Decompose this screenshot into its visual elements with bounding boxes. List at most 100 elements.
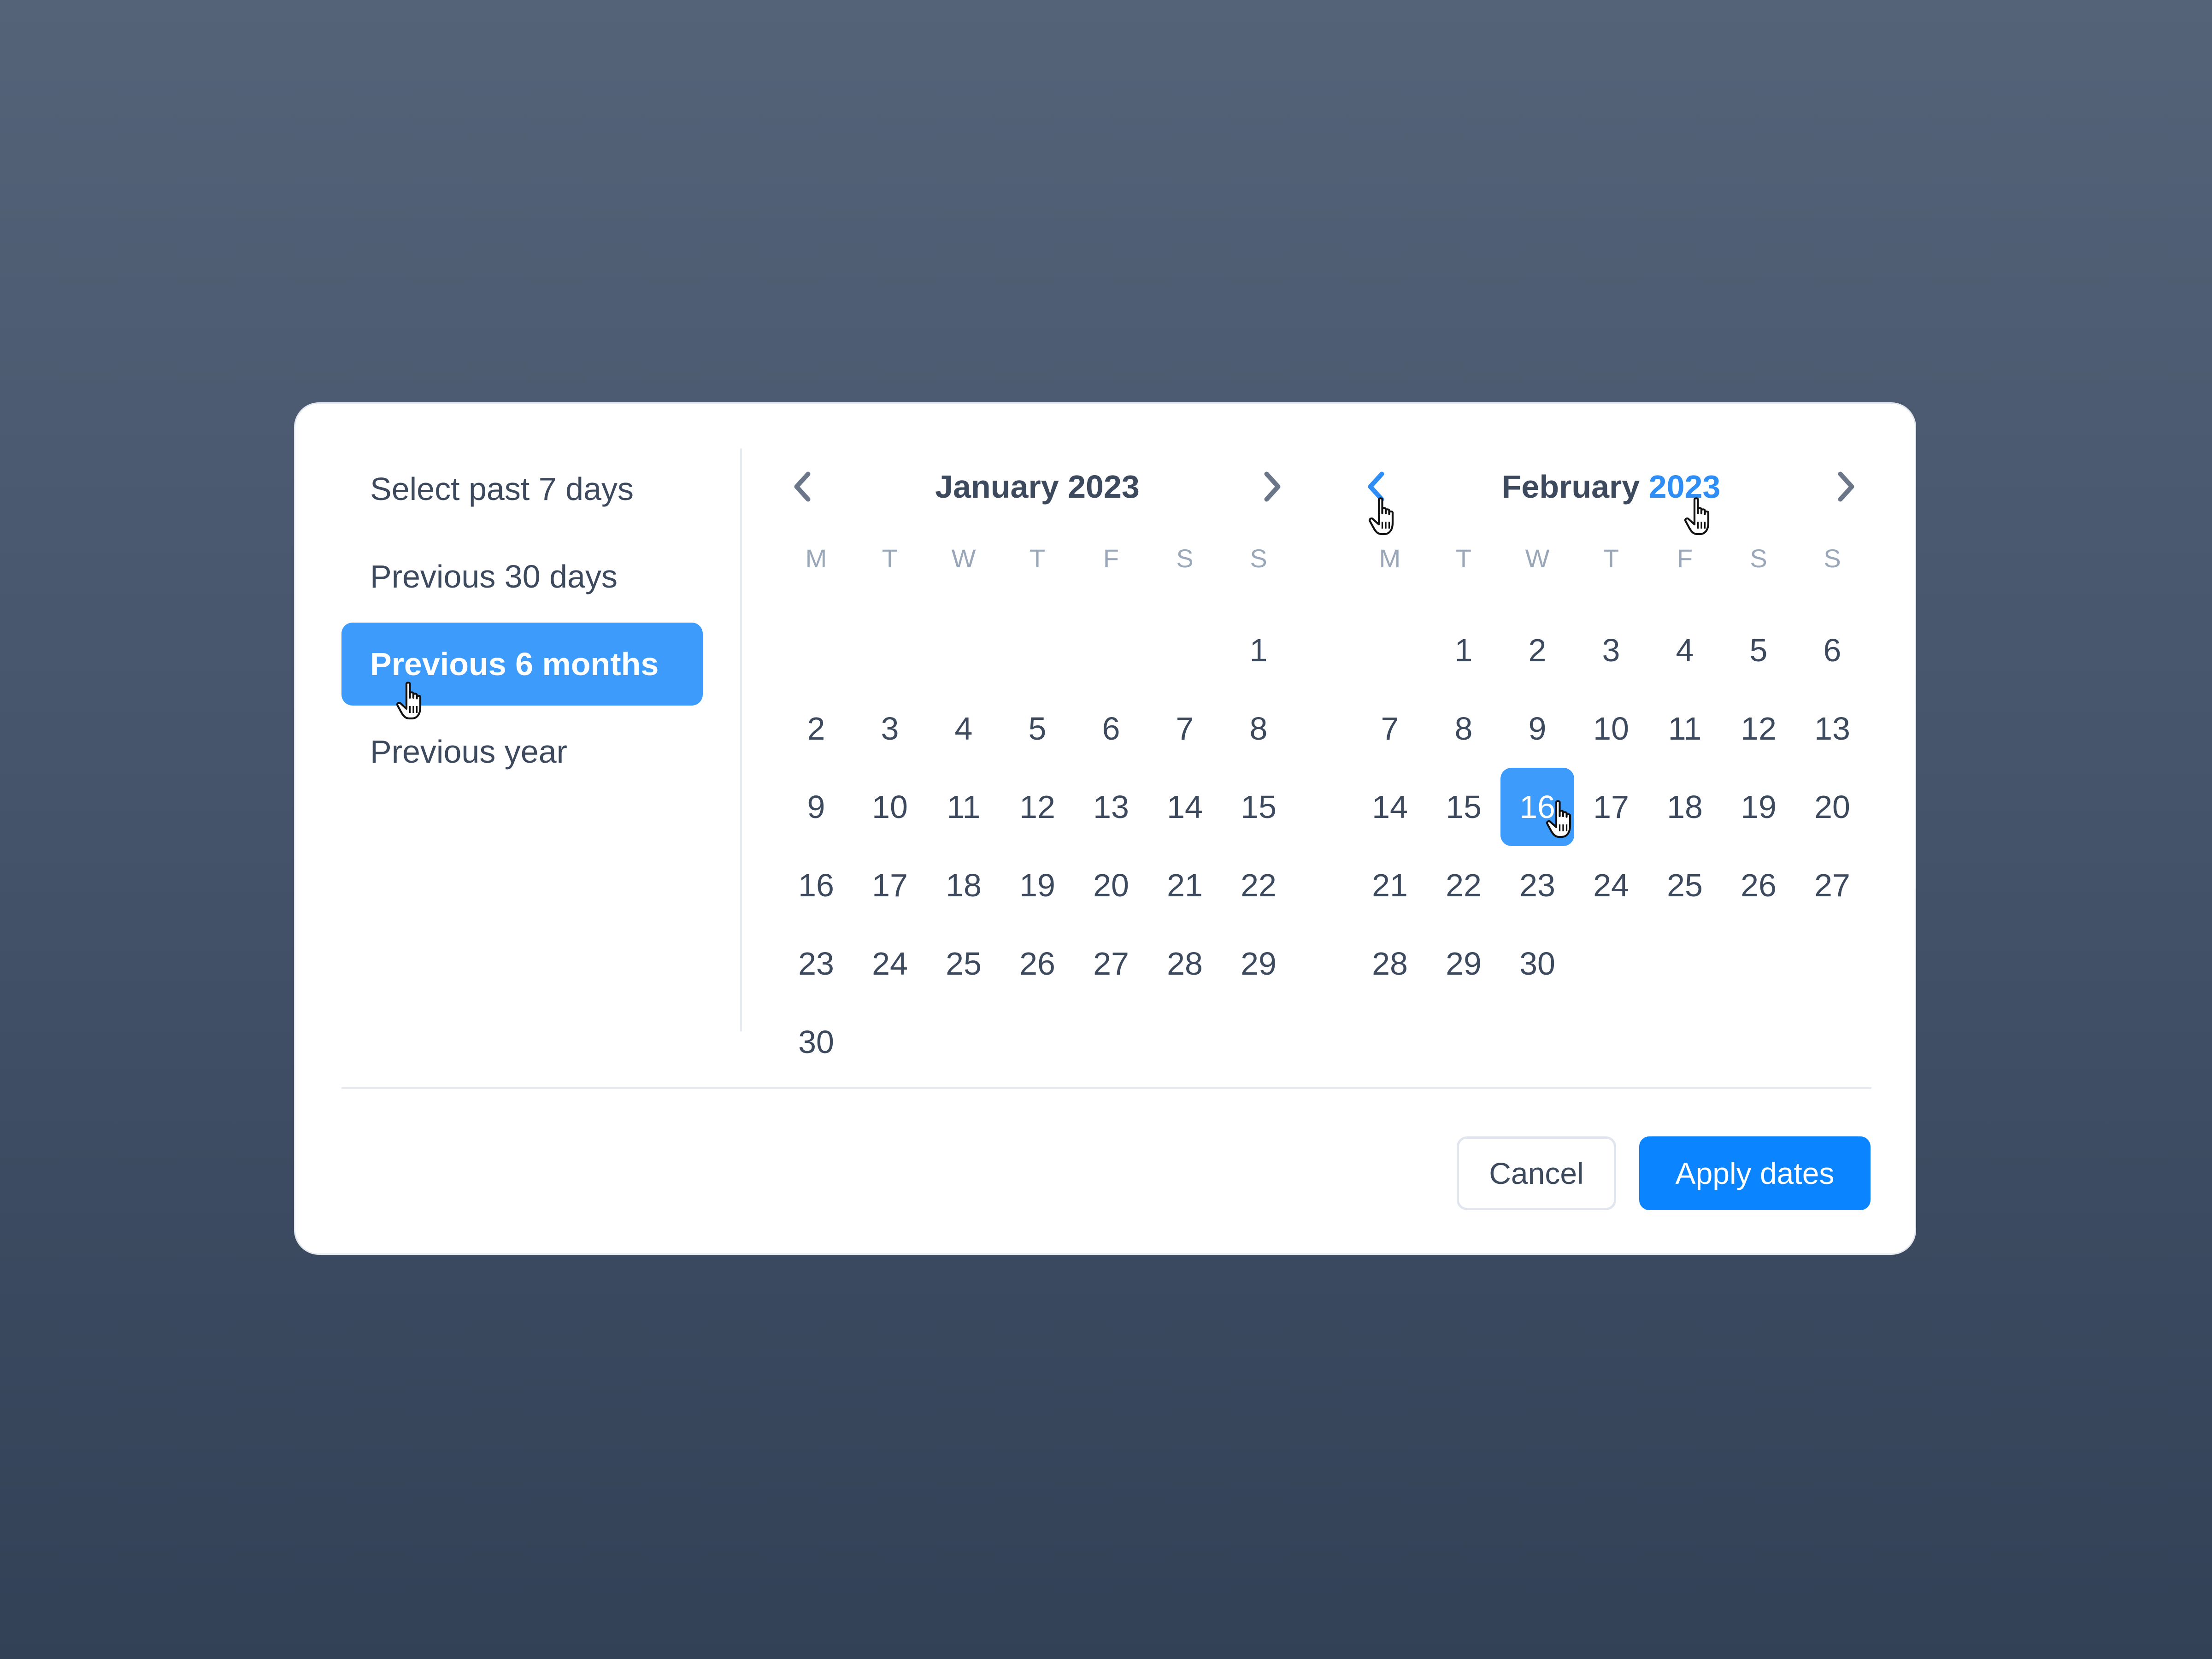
- day-cell[interactable]: 14: [1148, 768, 1222, 846]
- day-cell[interactable]: 11: [1648, 689, 1722, 768]
- empty-day-cell: [1000, 611, 1074, 689]
- day-cell[interactable]: 30: [1500, 924, 1574, 1003]
- day-cell[interactable]: 3: [853, 689, 927, 768]
- weekday-label: S: [1824, 543, 1841, 573]
- preset-previous-30-days[interactable]: Previous 30 days: [341, 535, 703, 618]
- day-cell[interactable]: 28: [1353, 924, 1427, 1003]
- calendar-header: January 2023: [779, 464, 1295, 519]
- day-cell[interactable]: 9: [1500, 689, 1574, 768]
- hand-pointer-icon: [1546, 800, 1571, 838]
- weekday-label: S: [1750, 543, 1767, 573]
- day-cell[interactable]: 18: [927, 846, 1000, 924]
- preset-label: Previous 30 days: [370, 559, 618, 594]
- day-cell[interactable]: 4: [927, 689, 1000, 768]
- day-cell[interactable]: 13: [1795, 689, 1869, 768]
- day-cell[interactable]: 16: [779, 846, 853, 924]
- weekday-label: T: [1603, 543, 1619, 573]
- day-cell[interactable]: 6: [1795, 611, 1869, 689]
- day-cell[interactable]: 27: [1074, 924, 1148, 1003]
- day-cell[interactable]: 11: [927, 768, 1000, 846]
- day-cell[interactable]: 22: [1222, 846, 1295, 924]
- month-title: January 2023: [779, 464, 1295, 510]
- apply-dates-button[interactable]: Apply dates: [1639, 1136, 1871, 1210]
- day-cell[interactable]: 30: [779, 1003, 853, 1081]
- day-cell[interactable]: 2: [1500, 611, 1574, 689]
- hand-pointer-icon: [1684, 497, 1710, 535]
- day-cell[interactable]: 7: [1148, 689, 1222, 768]
- day-cell[interactable]: 20: [1074, 846, 1148, 924]
- month-name: February: [1501, 469, 1640, 505]
- weekday-label: F: [1103, 543, 1119, 573]
- empty-day-cell: [1074, 611, 1148, 689]
- day-cell[interactable]: 15: [1427, 768, 1500, 846]
- next-month-button[interactable]: [1823, 464, 1869, 510]
- day-cell[interactable]: 22: [1427, 846, 1500, 924]
- date-range-picker: Select past 7 days Previous 30 days Prev…: [294, 402, 1916, 1255]
- day-grid: M T W T F S S 1 2 3 4 5 6 7 8 9 10 11 12 13 14 15 16 17 18 19 20 21…: [779, 533, 1295, 1081]
- day-cell[interactable]: 23: [779, 924, 853, 1003]
- day-cell[interactable]: 8: [1427, 689, 1500, 768]
- next-month-button[interactable]: [1249, 464, 1295, 510]
- day-cell[interactable]: 25: [927, 924, 1000, 1003]
- empty-day-cell: [779, 611, 853, 689]
- month-name: January: [935, 469, 1059, 505]
- month-title: February 2023: [1353, 464, 1869, 510]
- day-cell[interactable]: 13: [1074, 768, 1148, 846]
- day-cell[interactable]: 27: [1795, 846, 1869, 924]
- weekday-label: S: [1250, 543, 1267, 573]
- day-cell[interactable]: 5: [1722, 611, 1795, 689]
- day-cell[interactable]: 24: [1574, 846, 1648, 924]
- day-cell[interactable]: 25: [1648, 846, 1722, 924]
- day-cell[interactable]: 14: [1353, 768, 1427, 846]
- day-cell[interactable]: 24: [853, 924, 927, 1003]
- month-year[interactable]: 2023: [1068, 469, 1140, 505]
- day-cell[interactable]: 19: [1722, 768, 1795, 846]
- empty-day-cell: [1148, 611, 1222, 689]
- day-cell[interactable]: 1: [1427, 611, 1500, 689]
- preset-previous-year[interactable]: Previous year: [341, 710, 703, 793]
- weekday-label: W: [1525, 543, 1550, 573]
- footer-divider: [341, 1087, 1871, 1089]
- day-cell[interactable]: 8: [1222, 689, 1295, 768]
- calendar-header: February 2023: [1353, 464, 1869, 519]
- day-cell[interactable]: 26: [1722, 846, 1795, 924]
- weekday-label: M: [1379, 543, 1401, 573]
- hand-pointer-icon: [396, 682, 422, 720]
- day-cell[interactable]: 15: [1222, 768, 1295, 846]
- day-cell[interactable]: 12: [1000, 768, 1074, 846]
- day-cell[interactable]: 10: [1574, 689, 1648, 768]
- weekday-label: T: [1455, 543, 1472, 573]
- weekday-label: T: [882, 543, 898, 573]
- weekday-label: S: [1176, 543, 1194, 573]
- day-cell[interactable]: 9: [779, 768, 853, 846]
- day-cell[interactable]: 2: [779, 689, 853, 768]
- day-cell[interactable]: 12: [1722, 689, 1795, 768]
- empty-day-cell: [853, 611, 927, 689]
- day-cell[interactable]: 4: [1648, 611, 1722, 689]
- day-cell[interactable]: 21: [1148, 846, 1222, 924]
- day-cell[interactable]: 19: [1000, 846, 1074, 924]
- day-cell[interactable]: 7: [1353, 689, 1427, 768]
- day-cell[interactable]: 20: [1795, 768, 1869, 846]
- day-cell[interactable]: 10: [853, 768, 927, 846]
- day-cell[interactable]: 1: [1222, 611, 1295, 689]
- day-cell[interactable]: 17: [1574, 768, 1648, 846]
- day-cell[interactable]: 17: [853, 846, 927, 924]
- cancel-button[interactable]: Cancel: [1457, 1136, 1616, 1210]
- day-cell[interactable]: 29: [1222, 924, 1295, 1003]
- preset-past-7-days[interactable]: Select past 7 days: [341, 447, 703, 530]
- chevron-right-icon: [1838, 471, 1854, 502]
- day-cell[interactable]: 21: [1353, 846, 1427, 924]
- day-cell[interactable]: 29: [1427, 924, 1500, 1003]
- hand-pointer-icon: [1368, 497, 1394, 535]
- day-cell[interactable]: 23: [1500, 846, 1574, 924]
- day-cell[interactable]: 5: [1000, 689, 1074, 768]
- day-cell[interactable]: 28: [1148, 924, 1222, 1003]
- day-cell[interactable]: 6: [1074, 689, 1148, 768]
- calendar-january: January 2023 M T W T F S S 1 2 3 4 5 6 7 8 9 10 11 12 13 14 1…: [779, 464, 1295, 1081]
- preset-label: Previous year: [370, 734, 567, 770]
- day-cell[interactable]: 3: [1574, 611, 1648, 689]
- day-cell[interactable]: 18: [1648, 768, 1722, 846]
- day-cell[interactable]: 26: [1000, 924, 1074, 1003]
- weekday-label: F: [1677, 543, 1693, 573]
